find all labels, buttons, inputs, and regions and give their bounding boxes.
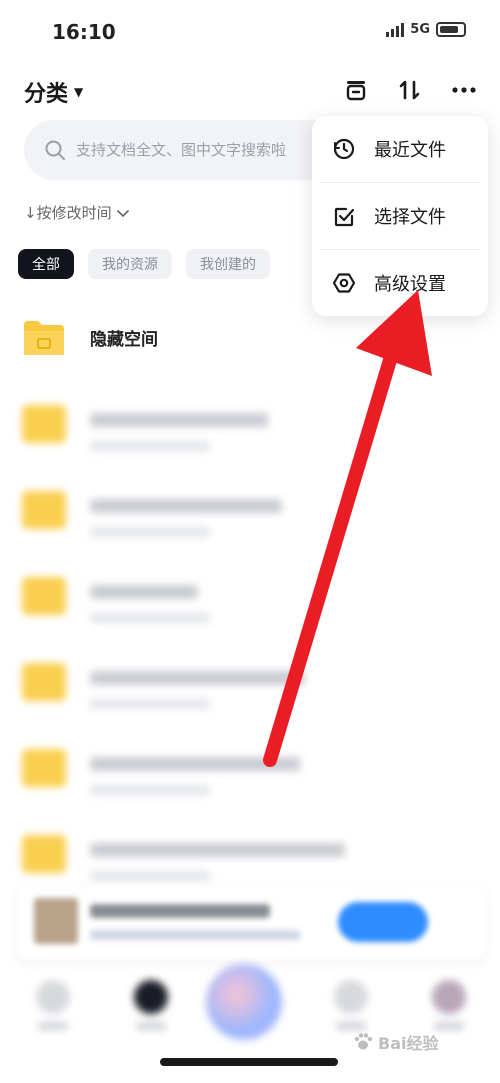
folder-icon xyxy=(22,663,66,701)
battery-icon xyxy=(436,22,466,37)
menu-item-label: 选择文件 xyxy=(374,207,446,228)
chip-my-resources[interactable]: 我的资源 xyxy=(88,249,172,279)
tab-files-icon[interactable] xyxy=(134,980,168,1014)
promo-action-button[interactable] xyxy=(338,902,428,942)
folder-icon xyxy=(22,577,66,615)
tab-ai-assistant-icon[interactable] xyxy=(206,964,282,1040)
category-dropdown[interactable]: 分类 ▼ xyxy=(24,76,83,108)
folder-icon xyxy=(22,835,66,873)
status-indicators: 5G xyxy=(386,22,466,37)
more-icon[interactable] xyxy=(450,76,478,104)
folder-icon xyxy=(22,491,66,529)
sort-label: ↓按修改时间 xyxy=(24,204,112,222)
chip-all[interactable]: 全部 xyxy=(18,249,74,279)
folder-name: 隐藏空间 xyxy=(90,330,158,350)
tab-profile-icon[interactable] xyxy=(432,980,466,1014)
chip-created-by-me[interactable]: 我创建的 xyxy=(186,249,270,279)
list-item[interactable] xyxy=(0,391,500,477)
promo-thumbnail xyxy=(34,898,78,944)
menu-item-select-files[interactable]: 选择文件 xyxy=(312,183,488,249)
folder-icon xyxy=(22,749,66,787)
file-list: 隐藏空间 xyxy=(0,305,500,907)
menu-item-recent-files[interactable]: 最近文件 xyxy=(312,116,488,182)
more-options-menu: 最近文件 选择文件 高级设置 xyxy=(312,116,488,316)
paw-logo-icon xyxy=(354,1033,373,1050)
page-title: 分类 xyxy=(24,82,69,107)
list-item[interactable] xyxy=(0,735,500,821)
menu-item-label: 最近文件 xyxy=(374,140,446,161)
network-label: 5G xyxy=(410,22,430,37)
tab-messages-icon[interactable] xyxy=(334,980,368,1014)
clock-icon xyxy=(333,138,355,160)
filter-chips: 全部 我的资源 我创建的 xyxy=(18,249,270,279)
menu-item-advanced-settings[interactable]: 高级设置 xyxy=(312,250,488,316)
list-item[interactable] xyxy=(0,563,500,649)
sort-selector[interactable]: ↓按修改时间 xyxy=(24,202,130,223)
baidu-watermark: Bai经验 xyxy=(352,1030,438,1054)
archive-icon[interactable] xyxy=(342,76,370,104)
checkbox-icon xyxy=(334,207,355,227)
list-item[interactable] xyxy=(0,477,500,563)
list-item[interactable] xyxy=(0,649,500,735)
sort-icon[interactable] xyxy=(396,76,424,104)
settings-icon xyxy=(332,273,356,293)
search-icon xyxy=(45,140,65,160)
status-bar: 16:10 5G xyxy=(0,0,500,66)
tab-home-icon[interactable] xyxy=(36,980,70,1014)
top-header: 分类 ▼ xyxy=(0,66,500,116)
home-indicator xyxy=(160,1058,338,1066)
list-item-hidden-space[interactable]: 隐藏空间 xyxy=(0,305,500,391)
chevron-down-icon xyxy=(116,209,129,217)
folder-icon xyxy=(22,405,66,443)
folder-icon xyxy=(24,321,64,355)
search-input[interactable] xyxy=(76,141,336,159)
promo-banner[interactable] xyxy=(16,886,486,960)
menu-item-label: 高级设置 xyxy=(374,274,446,295)
signal-icon xyxy=(386,22,405,37)
status-time: 16:10 xyxy=(52,20,116,44)
caret-down-icon: ▼ xyxy=(74,85,84,99)
watermark-text: Bai经验 xyxy=(378,1034,439,1053)
